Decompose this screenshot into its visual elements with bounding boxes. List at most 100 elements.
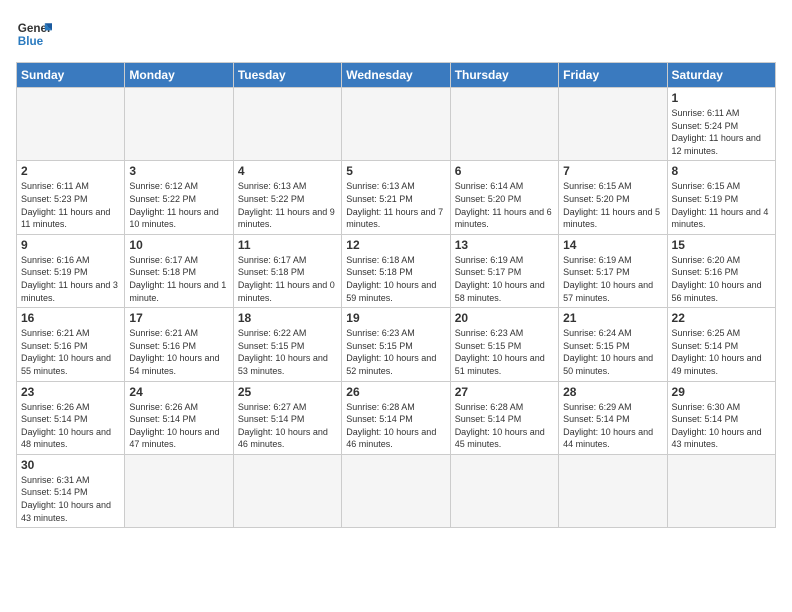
calendar-cell: 2 Sunrise: 6:11 AM Sunset: 5:23 PM Daylig… <box>17 161 125 234</box>
day-number: 4 <box>238 164 337 178</box>
generalblue-logo-icon: General Blue <box>16 16 52 52</box>
day-info: Sunrise: 6:23 AM Sunset: 5:15 PM Dayligh… <box>346 327 445 377</box>
calendar-cell: 4 Sunrise: 6:13 AM Sunset: 5:22 PM Daylig… <box>233 161 341 234</box>
calendar-cell: 15Sunrise: 6:20 AM Sunset: 5:16 PM Dayli… <box>667 234 775 307</box>
calendar-cell: 23Sunrise: 6:26 AM Sunset: 5:14 PM Dayli… <box>17 381 125 454</box>
day-number: 17 <box>129 311 228 325</box>
calendar-cell <box>125 454 233 527</box>
day-info: Sunrise: 6:25 AM Sunset: 5:14 PM Dayligh… <box>672 327 771 377</box>
day-info: Sunrise: 6:11 AM Sunset: 5:23 PM Dayligh… <box>21 180 120 230</box>
day-number: 19 <box>346 311 445 325</box>
day-number: 10 <box>129 238 228 252</box>
calendar-week-row: 2 Sunrise: 6:11 AM Sunset: 5:23 PM Daylig… <box>17 161 776 234</box>
calendar-cell: 12Sunrise: 6:18 AM Sunset: 5:18 PM Dayli… <box>342 234 450 307</box>
calendar-cell: 3Sunrise: 6:12 AM Sunset: 5:22 PM Daylig… <box>125 161 233 234</box>
page: General Blue SundayMondayTuesdayWednesda… <box>0 0 792 538</box>
day-info: Sunrise: 6:19 AM Sunset: 5:17 PM Dayligh… <box>455 254 554 304</box>
calendar-cell: 27Sunrise: 6:28 AM Sunset: 5:14 PM Dayli… <box>450 381 558 454</box>
day-info: Sunrise: 6:17 AM Sunset: 5:18 PM Dayligh… <box>238 254 337 304</box>
col-header-friday: Friday <box>559 63 667 88</box>
calendar-cell <box>342 88 450 161</box>
calendar-cell: 5Sunrise: 6:13 AM Sunset: 5:21 PM Daylig… <box>342 161 450 234</box>
day-number: 16 <box>21 311 120 325</box>
calendar-cell: 16Sunrise: 6:21 AM Sunset: 5:16 PM Dayli… <box>17 308 125 381</box>
col-header-thursday: Thursday <box>450 63 558 88</box>
calendar-cell <box>125 88 233 161</box>
calendar-cell: 17 Sunrise: 6:21 AM Sunset: 5:16 PM Dayli… <box>125 308 233 381</box>
calendar-cell: 14 Sunrise: 6:19 AM Sunset: 5:17 PM Dayli… <box>559 234 667 307</box>
day-number: 24 <box>129 385 228 399</box>
calendar-cell: 18 Sunrise: 6:22 AM Sunset: 5:15 PM Dayli… <box>233 308 341 381</box>
day-info: Sunrise: 6:28 AM Sunset: 5:14 PM Dayligh… <box>455 401 554 451</box>
calendar-cell <box>233 88 341 161</box>
calendar-cell <box>559 88 667 161</box>
day-info: Sunrise: 6:19 AM Sunset: 5:17 PM Dayligh… <box>563 254 662 304</box>
day-number: 15 <box>672 238 771 252</box>
day-number: 1 <box>672 91 771 105</box>
day-number: 26 <box>346 385 445 399</box>
day-info: Sunrise: 6:16 AM Sunset: 5:19 PM Dayligh… <box>21 254 120 304</box>
calendar-cell: 22 Sunrise: 6:25 AM Sunset: 5:14 PM Dayli… <box>667 308 775 381</box>
day-number: 25 <box>238 385 337 399</box>
calendar-cell: 21 Sunrise: 6:24 AM Sunset: 5:15 PM Dayli… <box>559 308 667 381</box>
day-number: 3 <box>129 164 228 178</box>
day-number: 2 <box>21 164 120 178</box>
calendar-cell: 8Sunrise: 6:15 AM Sunset: 5:19 PM Daylig… <box>667 161 775 234</box>
calendar-cell: 24Sunrise: 6:26 AM Sunset: 5:14 PM Dayli… <box>125 381 233 454</box>
calendar-table: SundayMondayTuesdayWednesdayThursdayFrid… <box>16 62 776 528</box>
day-number: 30 <box>21 458 120 472</box>
col-header-monday: Monday <box>125 63 233 88</box>
svg-text:Blue: Blue <box>18 35 44 48</box>
day-info: Sunrise: 6:13 AM Sunset: 5:22 PM Dayligh… <box>238 180 337 230</box>
day-info: Sunrise: 6:23 AM Sunset: 5:15 PM Dayligh… <box>455 327 554 377</box>
calendar-week-row: 9Sunrise: 6:16 AM Sunset: 5:19 PM Daylig… <box>17 234 776 307</box>
calendar-cell: 20 Sunrise: 6:23 AM Sunset: 5:15 PM Dayli… <box>450 308 558 381</box>
day-number: 20 <box>455 311 554 325</box>
calendar-week-row: 23Sunrise: 6:26 AM Sunset: 5:14 PM Dayli… <box>17 381 776 454</box>
calendar-cell: 11 Sunrise: 6:17 AM Sunset: 5:18 PM Dayli… <box>233 234 341 307</box>
day-info: Sunrise: 6:24 AM Sunset: 5:15 PM Dayligh… <box>563 327 662 377</box>
calendar-cell <box>450 454 558 527</box>
logo: General Blue <box>16 16 52 52</box>
day-number: 7 <box>563 164 662 178</box>
calendar-cell: 26 Sunrise: 6:28 AM Sunset: 5:14 PM Dayli… <box>342 381 450 454</box>
day-info: Sunrise: 6:14 AM Sunset: 5:20 PM Dayligh… <box>455 180 554 230</box>
calendar-cell <box>233 454 341 527</box>
day-info: Sunrise: 6:15 AM Sunset: 5:20 PM Dayligh… <box>563 180 662 230</box>
calendar-header-row: SundayMondayTuesdayWednesdayThursdayFrid… <box>17 63 776 88</box>
calendar-week-row: 1Sunrise: 6:11 AM Sunset: 5:24 PM Daylig… <box>17 88 776 161</box>
day-number: 11 <box>238 238 337 252</box>
day-info: Sunrise: 6:15 AM Sunset: 5:19 PM Dayligh… <box>672 180 771 230</box>
day-info: Sunrise: 6:27 AM Sunset: 5:14 PM Dayligh… <box>238 401 337 451</box>
day-info: Sunrise: 6:26 AM Sunset: 5:14 PM Dayligh… <box>21 401 120 451</box>
calendar-cell: 19 Sunrise: 6:23 AM Sunset: 5:15 PM Dayli… <box>342 308 450 381</box>
calendar-cell <box>342 454 450 527</box>
day-number: 22 <box>672 311 771 325</box>
day-info: Sunrise: 6:28 AM Sunset: 5:14 PM Dayligh… <box>346 401 445 451</box>
day-info: Sunrise: 6:31 AM Sunset: 5:14 PM Dayligh… <box>21 474 120 524</box>
day-number: 14 <box>563 238 662 252</box>
day-info: Sunrise: 6:17 AM Sunset: 5:18 PM Dayligh… <box>129 254 228 304</box>
calendar-cell: 6Sunrise: 6:14 AM Sunset: 5:20 PM Daylig… <box>450 161 558 234</box>
calendar-cell: 25 Sunrise: 6:27 AM Sunset: 5:14 PM Dayli… <box>233 381 341 454</box>
calendar-cell: 7 Sunrise: 6:15 AM Sunset: 5:20 PM Daylig… <box>559 161 667 234</box>
day-info: Sunrise: 6:22 AM Sunset: 5:15 PM Dayligh… <box>238 327 337 377</box>
calendar-week-row: 30 Sunrise: 6:31 AM Sunset: 5:14 PM Dayli… <box>17 454 776 527</box>
day-info: Sunrise: 6:29 AM Sunset: 5:14 PM Dayligh… <box>563 401 662 451</box>
calendar-cell <box>17 88 125 161</box>
calendar-cell: 9Sunrise: 6:16 AM Sunset: 5:19 PM Daylig… <box>17 234 125 307</box>
calendar-cell: 29Sunrise: 6:30 AM Sunset: 5:14 PM Dayli… <box>667 381 775 454</box>
day-number: 28 <box>563 385 662 399</box>
calendar-week-row: 16 Sunrise: 6:21 AM Sunset: 5:16 PM Dayli… <box>17 308 776 381</box>
calendar-cell <box>450 88 558 161</box>
day-info: Sunrise: 6:18 AM Sunset: 5:18 PM Dayligh… <box>346 254 445 304</box>
col-header-tuesday: Tuesday <box>233 63 341 88</box>
calendar-cell: 28 Sunrise: 6:29 AM Sunset: 5:14 PM Dayli… <box>559 381 667 454</box>
day-number: 5 <box>346 164 445 178</box>
calendar-cell: 30 Sunrise: 6:31 AM Sunset: 5:14 PM Dayli… <box>17 454 125 527</box>
calendar-cell <box>559 454 667 527</box>
col-header-sunday: Sunday <box>17 63 125 88</box>
day-info: Sunrise: 6:21 AM Sunset: 5:16 PM Dayligh… <box>129 327 228 377</box>
day-number: 18 <box>238 311 337 325</box>
day-number: 21 <box>563 311 662 325</box>
